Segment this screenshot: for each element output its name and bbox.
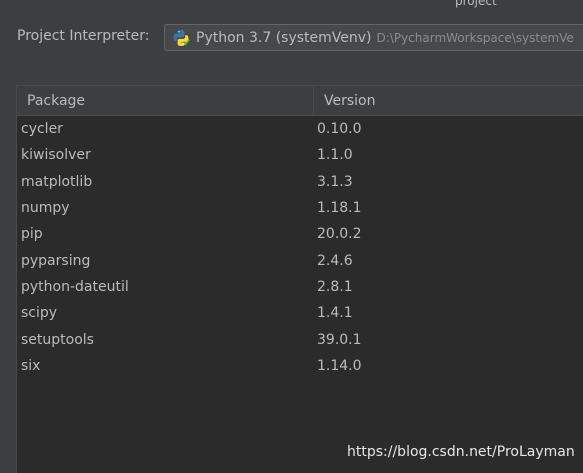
project-interpreter-settings-panel: project Project Interpreter: Python 3.7 … — [0, 0, 583, 473]
table-row[interactable]: scipy 1.4.1 — [17, 300, 583, 326]
package-name-cell: pip — [21, 226, 43, 243]
project-interpreter-label: Project Interpreter: — [17, 28, 150, 44]
package-name-cell: pyparsing — [21, 252, 91, 269]
top-clipped-text: project — [455, 0, 497, 8]
table-row[interactable]: setuptools 39.0.1 — [17, 326, 583, 352]
package-version-cell: 0.10.0 — [317, 121, 362, 138]
package-name-cell: python-dateutil — [21, 278, 129, 295]
python-logo-icon — [173, 29, 190, 46]
table-row[interactable]: numpy 1.18.1 — [17, 195, 583, 221]
package-name-cell: scipy — [21, 305, 58, 322]
table-row[interactable]: six 1.14.0 — [17, 353, 583, 379]
package-name-cell: matplotlib — [21, 173, 93, 190]
column-header-version[interactable]: Version — [314, 86, 375, 115]
package-version-cell: 2.4.6 — [317, 252, 353, 269]
table-row[interactable]: matplotlib 3.1.3 — [17, 169, 583, 195]
project-interpreter-dropdown[interactable]: Python 3.7 (systemVenv) D:\PycharmWorksp… — [164, 24, 583, 51]
table-row[interactable]: kiwisolver 1.1.0 — [17, 142, 583, 168]
watermark-text: https://blog.csdn.net/ProLayman — [347, 444, 575, 460]
package-version-cell: 39.0.1 — [317, 331, 362, 348]
package-version-cell: 1.18.1 — [317, 200, 362, 217]
column-header-package[interactable]: Package — [17, 86, 314, 115]
packages-table[interactable]: Package Version cycler 0.10.0 kiwisolver… — [16, 85, 583, 473]
interpreter-path: D:\PycharmWorkspace\systemVe — [376, 30, 574, 45]
package-version-cell: 20.0.2 — [317, 226, 362, 243]
packages-table-header: Package Version — [17, 86, 583, 116]
package-version-cell: 2.8.1 — [317, 278, 353, 295]
package-version-cell: 3.1.3 — [317, 173, 353, 190]
package-version-cell: 1.14.0 — [317, 357, 362, 374]
package-name-cell: cycler — [21, 121, 63, 138]
package-version-cell: 1.4.1 — [317, 305, 353, 322]
table-row[interactable]: pyparsing 2.4.6 — [17, 247, 583, 273]
package-name-cell: setuptools — [21, 331, 94, 348]
interpreter-name: Python 3.7 (systemVenv) — [196, 29, 372, 46]
table-row[interactable]: pip 20.0.2 — [17, 221, 583, 247]
package-version-cell: 1.1.0 — [317, 147, 353, 164]
package-name-cell: six — [21, 357, 41, 374]
table-row[interactable]: cycler 0.10.0 — [17, 116, 583, 142]
package-name-cell: numpy — [21, 200, 70, 217]
package-name-cell: kiwisolver — [21, 147, 91, 164]
table-row[interactable]: python-dateutil 2.8.1 — [17, 274, 583, 300]
